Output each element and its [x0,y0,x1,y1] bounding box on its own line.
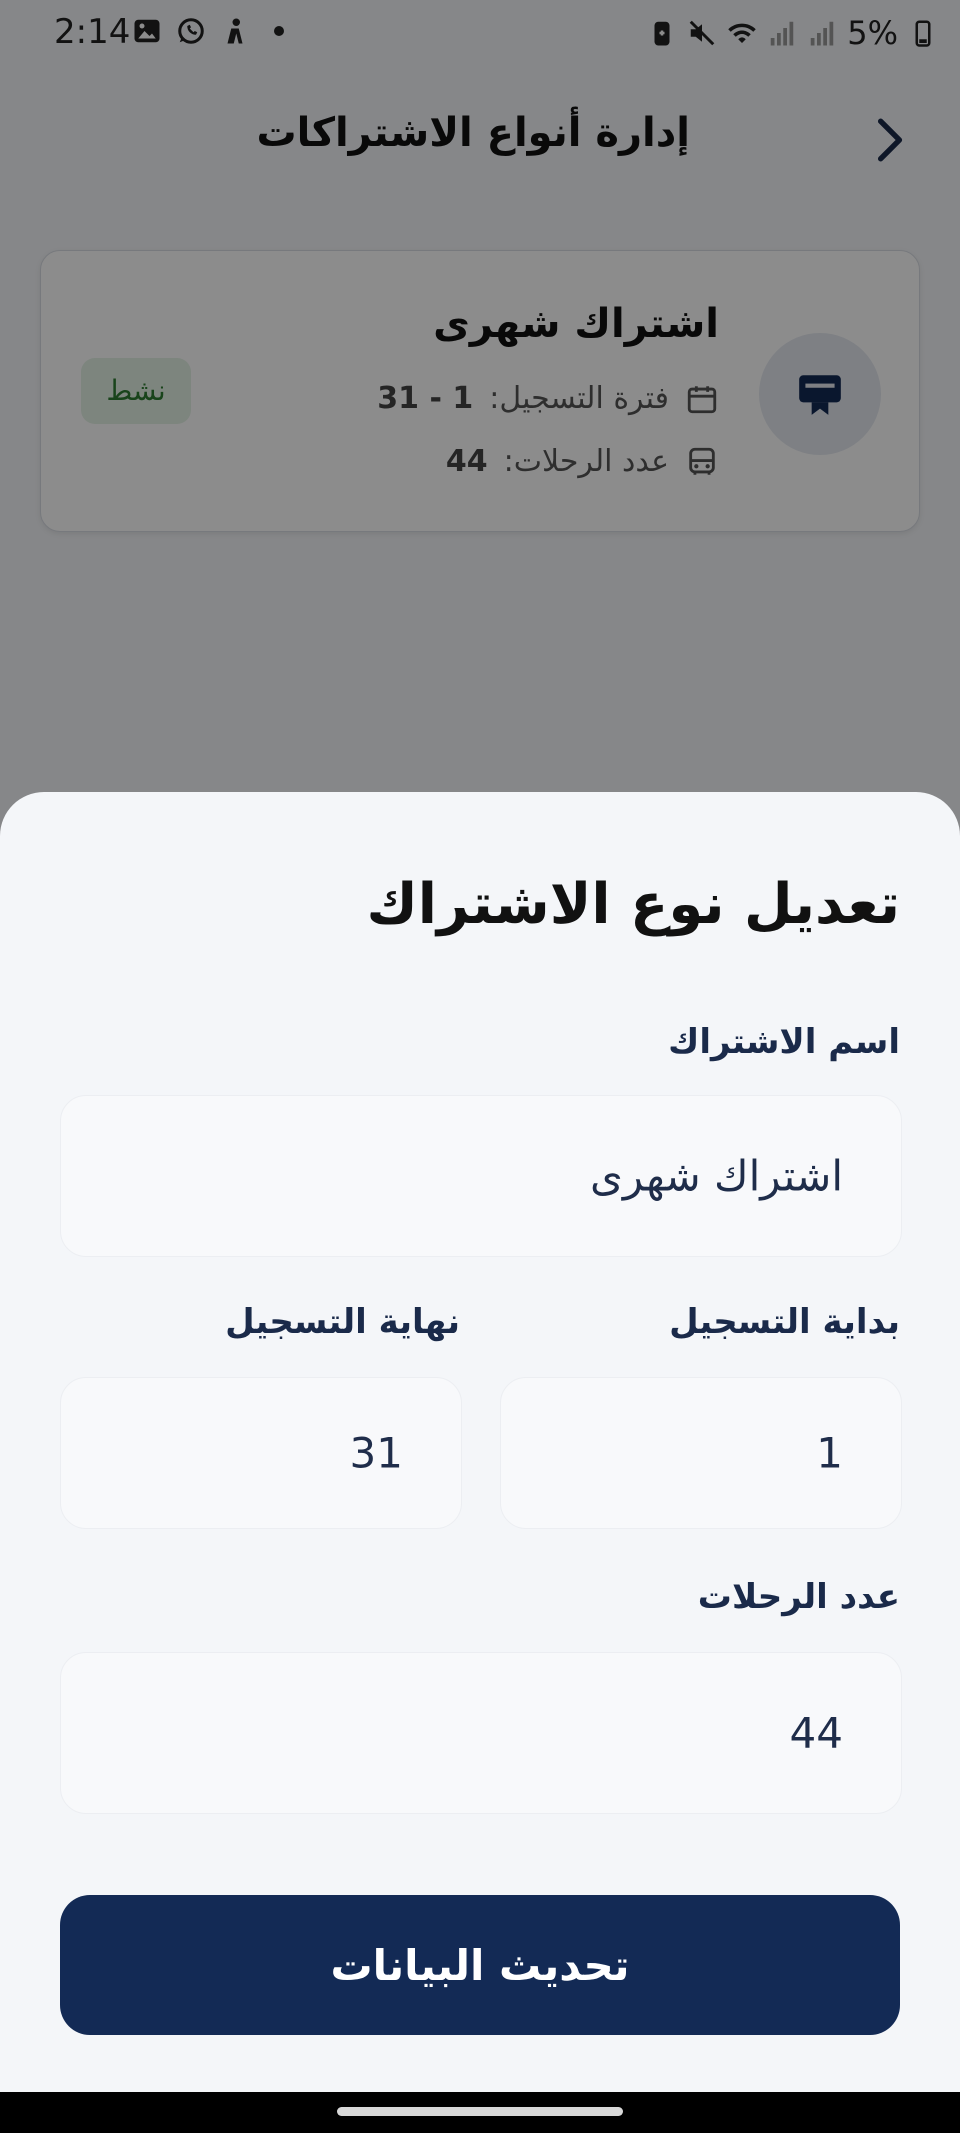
registration-end-value: 31 [349,1428,403,1478]
subscription-name-field[interactable]: اشتراك شهرى [60,1095,902,1257]
sheet-title: تعديل نوع الاشتراك [366,872,900,937]
start-label: بداية التسجيل [669,1302,900,1342]
end-label: نهاية التسجيل [225,1302,460,1342]
subscription-name-value: اشتراك شهرى [590,1151,843,1201]
registration-end-field[interactable]: 31 [60,1377,462,1529]
registration-start-value: 1 [816,1428,843,1478]
name-label: اسم الاشتراك [668,1022,900,1062]
registration-start-field[interactable]: 1 [500,1377,902,1529]
update-button[interactable]: تحديث البيانات [60,1895,900,2035]
edit-subscription-sheet: تعديل نوع الاشتراك اسم الاشتراك اشتراك ش… [0,792,960,2092]
system-nav-bar [0,2092,960,2133]
trips-count-value: 44 [789,1708,843,1758]
trips-count-field[interactable]: 44 [60,1652,902,1814]
trips-count-label: عدد الرحلات [697,1577,900,1617]
home-handle[interactable] [337,2107,623,2116]
